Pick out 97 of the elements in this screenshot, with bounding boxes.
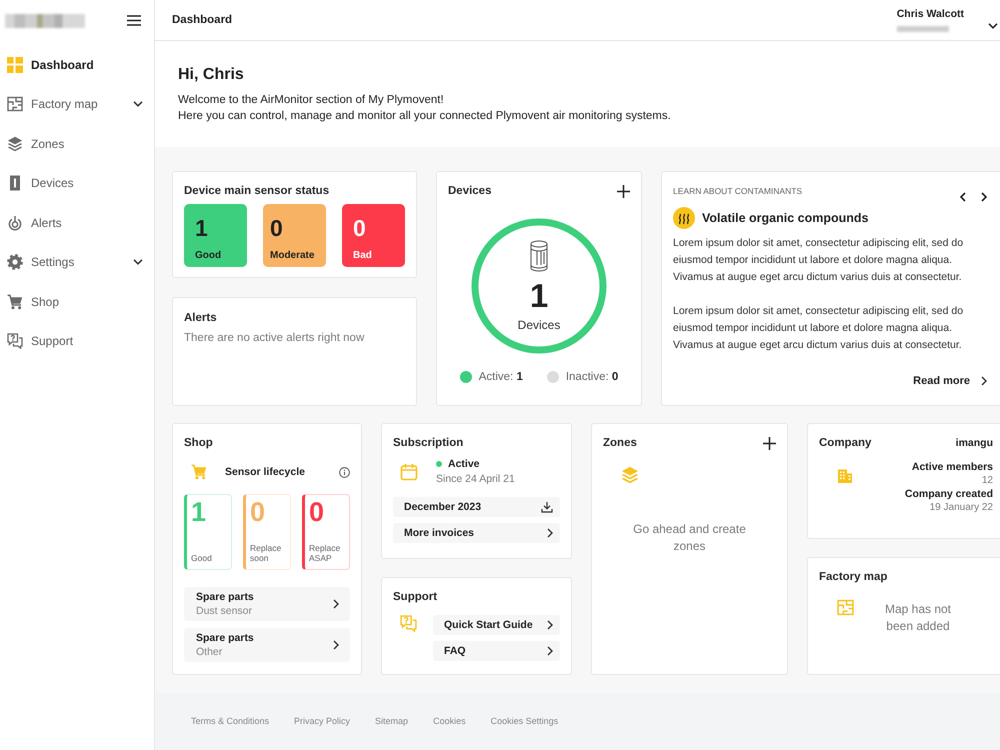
card-title: Device main sensor status (184, 184, 330, 199)
card-title: Devices (448, 184, 492, 199)
chevron-right-icon[interactable] (981, 192, 987, 202)
chat-question-icon (400, 615, 417, 632)
invoice-download-button[interactable]: December 2023 (393, 497, 560, 517)
user-name: Chris Walcott (896, 8, 964, 20)
building-icon (837, 468, 853, 484)
section-title: Sensor lifecycle (225, 466, 306, 478)
grid-icon (7, 56, 23, 73)
empty-message: Go ahead and create zones (632, 521, 747, 555)
status-count: 0 (270, 217, 283, 240)
blurred-text (896, 26, 949, 32)
field-value: 19 January 22 (930, 502, 993, 513)
device-count-label: Devices (518, 318, 560, 332)
floor-plan-icon (7, 96, 23, 112)
chevron-right-icon (547, 620, 553, 630)
sidebar-item[interactable]: Factory map (0, 84, 154, 124)
cart-icon (191, 464, 207, 480)
lifecycle-label: Replace ASAP (309, 543, 342, 563)
layers-icon (7, 136, 23, 152)
menu-icon[interactable] (127, 14, 141, 26)
invoices-link-button[interactable]: More invoices (393, 523, 560, 543)
sidebar-item[interactable]: Support (0, 322, 154, 361)
sidebar-item[interactable]: Dashboard (0, 45, 154, 84)
greeting-heading: Hi, Chris (178, 66, 245, 84)
article-text: Lorem ipsum dolor sit amet, consectetur adipiscing elit, sed do eiusmod tempor incididunt ut labore et dolore magna aliqua. Vivamus at augue eget arcu dictum varius duis at consectetur. (673, 304, 964, 353)
footer-link[interactable]: Terms & Conditions (191, 716, 270, 726)
footer-link[interactable]: Sitemap (375, 716, 408, 726)
card-title: Alerts (184, 311, 218, 326)
layers-icon (621, 466, 639, 484)
status-count: 1 (195, 217, 208, 240)
card-title: Zones (603, 436, 637, 451)
card-title: Support (393, 590, 438, 605)
chevron-right-icon (547, 646, 553, 656)
status-label: Bad (353, 250, 372, 261)
article-title: Volatile organic compounds (702, 211, 868, 225)
calendar-icon (400, 462, 418, 480)
settings-icon (7, 254, 23, 270)
empty-message: There are no active alerts right now (184, 332, 366, 344)
chevron-right-icon (333, 599, 339, 609)
support-link[interactable]: FAQ (433, 641, 560, 661)
subscription-since: Since 24 April 21 (436, 473, 515, 485)
article-text: Lorem ipsum dolor sit amet, consectetur adipiscing elit, sed do eiusmod tempor incididunt ut labore et dolore magna aliqua. Vivamus at augue eget arcu dictum varius duis at consectetur. (673, 236, 964, 285)
sidebar-item[interactable]: Zones (0, 124, 154, 164)
card-title: Factory map (819, 570, 888, 585)
device-stat: Inactive: 0 (566, 371, 618, 383)
status-label: Good (195, 250, 222, 261)
field-value: 12 (982, 475, 993, 486)
device-icon (529, 240, 549, 272)
device-stat: Active: 1 (478, 371, 523, 383)
status-label: Moderate (270, 250, 314, 261)
field-label: Active members (912, 461, 993, 473)
subscription-status: Active (448, 458, 480, 470)
company-name: imangu (956, 437, 993, 449)
power-icon (7, 214, 23, 231)
download-icon (541, 501, 553, 513)
sidebar-item[interactable]: Settings (0, 242, 154, 282)
device-count: 1 (530, 278, 548, 314)
field-label: Company created (904, 488, 993, 500)
page-title: Dashboard (172, 14, 232, 26)
add-icon[interactable] (763, 436, 776, 450)
chevron-right-icon (547, 528, 553, 538)
chevron-left-icon[interactable] (960, 192, 966, 202)
footer-link[interactable]: Cookies Settings (490, 716, 558, 726)
chat-question-icon (7, 333, 23, 350)
caret-icon[interactable] (988, 23, 998, 29)
chevron-right-icon (333, 640, 339, 650)
empty-message: Map has not been added (884, 601, 952, 635)
sidebar-item[interactable]: Shop (0, 282, 154, 322)
sidebar-item[interactable]: Alerts (0, 203, 154, 242)
cabinet-icon (7, 175, 23, 192)
sidebar-item[interactable]: Devices (0, 164, 154, 203)
card-title: Shop (184, 436, 214, 451)
lifecycle-count: 0 (250, 497, 266, 527)
chevron-right-icon (981, 376, 987, 386)
card-title: Company (819, 436, 872, 451)
lifecycle-count: 1 (191, 497, 208, 527)
read-more-link[interactable]: Read more (913, 375, 993, 394)
lifecycle-label: Replace soon (250, 543, 282, 563)
chevron-down-icon (133, 101, 143, 108)
cart-icon (7, 294, 23, 310)
spare-parts-link[interactable]: Spare parts Other (184, 628, 350, 662)
floor-plan-icon (837, 599, 854, 616)
lifecycle-count: 0 (309, 497, 326, 527)
welcome-text: Welcome to the AirMonitor section of My Plymovent! (178, 93, 445, 108)
support-link[interactable]: Quick Start Guide (433, 615, 560, 635)
spare-parts-link[interactable]: Spare parts Dust sensor (184, 587, 350, 621)
footer-link[interactable]: Cookies (433, 716, 466, 726)
section-label: LEARN ABOUT CONTAMINANTS (673, 186, 802, 196)
add-icon[interactable] (617, 184, 630, 198)
info-icon[interactable] (339, 466, 350, 478)
welcome-text: Here you can control, manage and monitor all your connected Plymovent air monitoring systems. (178, 109, 672, 124)
fumes-icon (673, 207, 695, 229)
card-title: Subscription (393, 436, 464, 451)
chevron-down-icon (133, 259, 143, 266)
status-count: 0 (353, 217, 366, 240)
lifecycle-label: Good (191, 553, 213, 563)
